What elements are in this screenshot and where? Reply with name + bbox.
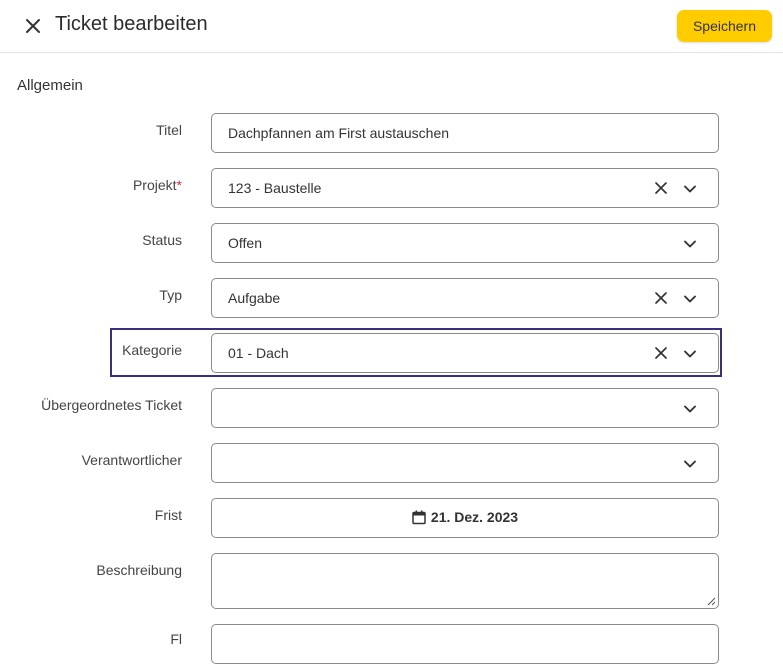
kategorie-label: Kategorie	[122, 342, 182, 358]
frist-date-display: 21. Dez. 2023	[212, 509, 718, 525]
verantwortlicher-label: Verantwortlicher	[81, 452, 182, 468]
frist-date-value: 21. Dez. 2023	[430, 509, 519, 525]
section-title: Allgemein	[17, 77, 83, 94]
titel-label: Titel	[156, 122, 182, 138]
typ-label: Typ	[159, 287, 182, 303]
next-field-label: Fl	[170, 631, 182, 647]
save-button[interactable]: Speichern	[677, 10, 772, 42]
clear-icon[interactable]	[654, 181, 668, 195]
clear-icon[interactable]	[654, 346, 668, 360]
clear-icon[interactable]	[654, 291, 668, 305]
projekt-select[interactable]: 123 - Baustelle	[211, 168, 719, 208]
calendar-icon	[412, 510, 426, 524]
verantwortlicher-select[interactable]	[211, 443, 719, 483]
close-button[interactable]	[22, 15, 44, 37]
frist-label: Frist	[154, 507, 182, 523]
uebergeordnet-label: Übergeordnetes Ticket	[41, 397, 182, 413]
next-field-input[interactable]	[211, 624, 719, 664]
status-value: Offen	[228, 235, 262, 251]
resize-handle-icon[interactable]	[707, 597, 716, 606]
chevron-down-icon[interactable]	[682, 401, 698, 417]
beschreibung-label: Beschreibung	[96, 562, 182, 578]
close-icon	[26, 19, 40, 33]
titel-input[interactable]: Dachpfannen am First austauschen	[211, 113, 719, 153]
status-label: Status	[142, 232, 182, 248]
uebergeordnet-select[interactable]	[211, 388, 719, 428]
chevron-down-icon[interactable]	[682, 346, 698, 362]
page-title: Ticket bearbeiten	[55, 13, 208, 35]
kategorie-value: 01 - Dach	[228, 345, 289, 361]
frist-date-picker[interactable]: 21. Dez. 2023	[211, 498, 719, 538]
kategorie-select[interactable]: 01 - Dach	[211, 333, 719, 373]
chevron-down-icon[interactable]	[682, 456, 698, 472]
chevron-down-icon[interactable]	[682, 236, 698, 252]
required-mark: *	[176, 177, 182, 193]
projekt-label: Projekt*	[133, 177, 182, 193]
titel-value: Dachpfannen am First austauschen	[228, 125, 450, 141]
chevron-down-icon[interactable]	[682, 291, 698, 307]
beschreibung-textarea[interactable]	[211, 553, 719, 609]
projekt-value: 123 - Baustelle	[228, 180, 322, 196]
projekt-label-text: Projekt	[132, 177, 177, 193]
chevron-down-icon[interactable]	[682, 181, 698, 197]
typ-select[interactable]: Aufgabe	[211, 278, 719, 318]
typ-value: Aufgabe	[228, 290, 281, 306]
status-select[interactable]: Offen	[211, 223, 719, 263]
dialog-header: Ticket bearbeiten Speichern	[0, 0, 783, 53]
